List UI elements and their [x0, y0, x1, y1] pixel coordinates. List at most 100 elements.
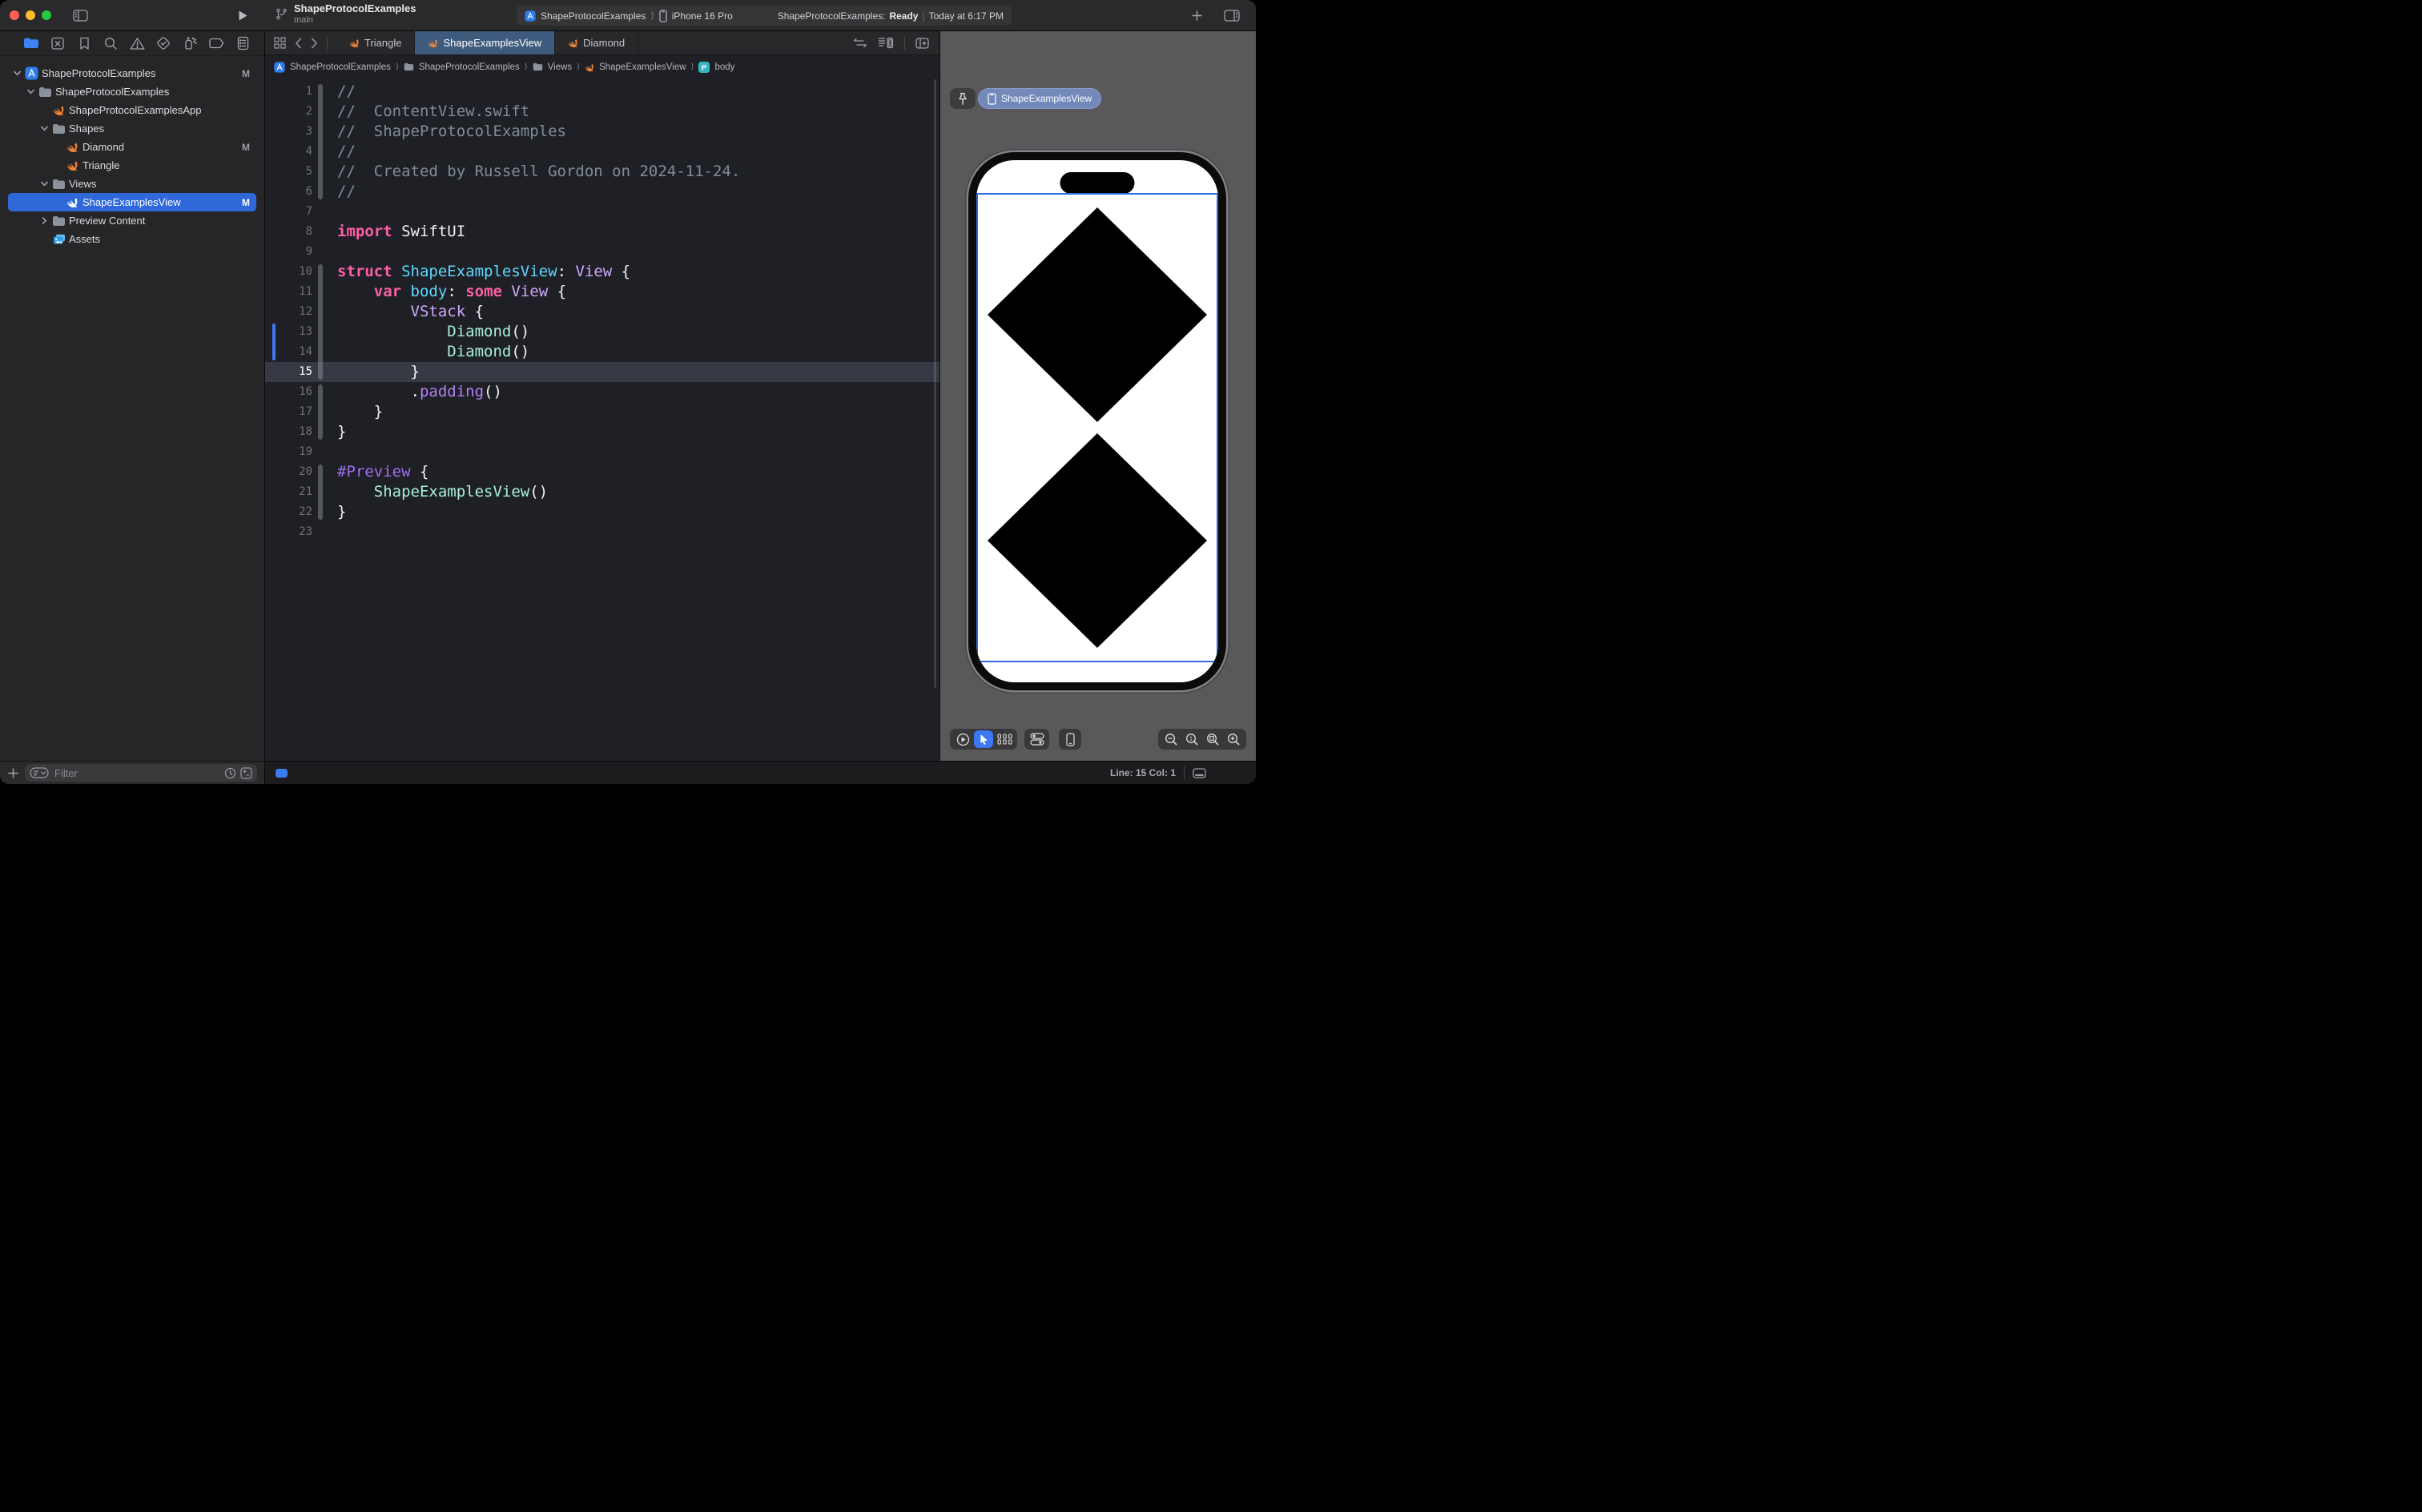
code-line-20[interactable]: 20#Preview {: [265, 462, 939, 482]
code-line-6[interactable]: 6//: [265, 182, 939, 202]
code-review-icon[interactable]: [853, 38, 867, 48]
tree-row-assets[interactable]: Assets: [8, 230, 256, 248]
editor-scrollbar[interactable]: [934, 79, 936, 688]
tree-row-shapeprotocolexamplesapp[interactable]: ShapeProtocolExamplesApp: [8, 101, 256, 119]
code-line-23[interactable]: 23: [265, 522, 939, 542]
disclosure-open-icon[interactable]: [11, 69, 23, 78]
breadcrumb-item[interactable]: Views: [548, 62, 572, 72]
zoom-100-button[interactable]: 1: [1181, 729, 1202, 750]
tab-shapeexamplesview[interactable]: ShapeExamplesView: [415, 31, 555, 54]
code-line-10[interactable]: 10struct ShapeExamplesView: View {: [265, 262, 939, 282]
code-line-15[interactable]: 15 }: [265, 362, 939, 382]
disclosure-open-icon[interactable]: [38, 124, 50, 133]
navigator-tab-project[interactable]: [23, 35, 39, 51]
filter-field[interactable]: [25, 764, 257, 782]
navigator-tab-bookmarks[interactable]: [76, 35, 92, 51]
source-editor[interactable]: 1//2// ContentView.swift3// ShapeProtoco…: [265, 79, 939, 761]
disclosure-open-icon[interactable]: [38, 179, 50, 188]
navigator-tab-reports[interactable]: [235, 35, 251, 51]
toggle-navigator-icon[interactable]: [73, 10, 88, 22]
selectable-mode-button[interactable]: [974, 730, 993, 748]
code-line-11[interactable]: 11 var body: some View {: [265, 282, 939, 302]
line-col-indicator[interactable]: Line: 15 Col: 1: [1110, 767, 1176, 778]
activity-view[interactable]: ShapeProtocolExamples ⟩ iPhone 16 Pro Sh…: [517, 6, 1012, 26]
navigator-tab-tests[interactable]: [155, 35, 171, 51]
tree-row-triangle[interactable]: Triangle: [8, 156, 256, 175]
preview-selector-pill[interactable]: ShapeExamplesView: [978, 88, 1101, 109]
code-line-18[interactable]: 18}: [265, 422, 939, 442]
add-editor-icon[interactable]: [915, 38, 929, 49]
navigator-tab-issues[interactable]: [129, 35, 145, 51]
navigator-tab-find[interactable]: [103, 35, 119, 51]
code-line-5[interactable]: 5// Created by Russell Gordon on 2024-11…: [265, 162, 939, 182]
code-line-12[interactable]: 12 VStack {: [265, 302, 939, 322]
tree-row-shapes[interactable]: Shapes: [8, 119, 256, 138]
preview-pill-label: ShapeExamplesView: [1001, 93, 1092, 104]
device-bezels-button[interactable]: [1059, 729, 1081, 750]
diamond-shape-1[interactable]: [988, 207, 1207, 422]
zoom-in-button[interactable]: [1223, 729, 1244, 750]
add-button[interactable]: [1191, 10, 1203, 22]
code-line-3[interactable]: 3// ShapeProtocolExamples: [265, 122, 939, 142]
token: ShapeExamplesView: [401, 263, 557, 280]
code-line-13[interactable]: 13 Diamond(): [265, 322, 939, 342]
code-line-1[interactable]: 1//: [265, 82, 939, 102]
close-window-button[interactable]: [10, 10, 19, 20]
device-settings-button[interactable]: [1024, 729, 1049, 750]
code-line-16[interactable]: 16 .padding(): [265, 382, 939, 402]
tab-diamond[interactable]: Diamond: [555, 31, 638, 54]
disclosure-closed-icon[interactable]: [38, 216, 50, 225]
token: struct: [337, 263, 392, 280]
tree-row-shapeprotocolexamples[interactable]: ShapeProtocolExamplesM: [8, 64, 256, 82]
code-line-2[interactable]: 2// ContentView.swift: [265, 102, 939, 122]
related-items-icon[interactable]: [274, 37, 286, 49]
code-line-21[interactable]: 21 ShapeExamplesView(): [265, 482, 939, 502]
run-button[interactable]: [238, 10, 248, 22]
scheme-name[interactable]: ShapeProtocolExamples: [541, 10, 646, 22]
zoom-window-button[interactable]: [42, 10, 51, 20]
code-line-22[interactable]: 22}: [265, 502, 939, 522]
breadcrumb-item[interactable]: ShapeExamplesView: [599, 62, 686, 72]
code-line-7[interactable]: 7: [265, 202, 939, 222]
tree-row-shapeprotocolexamples[interactable]: ShapeProtocolExamples: [8, 82, 256, 101]
code-line-4[interactable]: 4//: [265, 142, 939, 162]
breadcrumb-item[interactable]: ShapeProtocolExamples: [290, 62, 391, 72]
preview-selection-outline[interactable]: [976, 193, 1218, 662]
tree-row-shapeexamplesview[interactable]: ShapeExamplesViewM: [8, 193, 256, 211]
zoom-fit-button[interactable]: [1202, 729, 1223, 750]
minimize-window-button[interactable]: [26, 10, 35, 20]
code-line-17[interactable]: 17 }: [265, 402, 939, 422]
navigator-tab-source-control[interactable]: [50, 35, 66, 51]
disclosure-open-icon[interactable]: [25, 87, 37, 96]
code-line-19[interactable]: 19: [265, 442, 939, 462]
toggle-inspector-icon[interactable]: [1224, 10, 1240, 22]
recent-files-icon[interactable]: [224, 767, 236, 779]
breadcrumb-item[interactable]: body: [714, 62, 734, 72]
code-line-14[interactable]: 14 Diamond(): [265, 342, 939, 362]
tree-row-diamond[interactable]: DiamondM: [8, 138, 256, 156]
add-file-button[interactable]: [7, 767, 19, 779]
zoom-out-button[interactable]: [1161, 729, 1181, 750]
breadcrumb-separator: ⟩: [525, 62, 528, 71]
pin-preview-button[interactable]: [950, 88, 976, 109]
preview-screen[interactable]: [976, 160, 1218, 682]
go-forward-icon[interactable]: [311, 38, 318, 49]
editor-mode-indicator[interactable]: [276, 769, 288, 778]
filter-input[interactable]: [53, 766, 220, 780]
diamond-shape-2[interactable]: [988, 433, 1207, 648]
tree-row-preview-content[interactable]: Preview Content: [8, 211, 256, 230]
bottom-bar-toggle-icon[interactable]: [1193, 768, 1206, 778]
live-preview-button[interactable]: [952, 729, 973, 750]
breadcrumb-item[interactable]: ShapeProtocolExamples: [419, 62, 520, 72]
variants-button[interactable]: [994, 729, 1015, 750]
editor-options-icon[interactable]: [878, 37, 894, 49]
run-destination[interactable]: iPhone 16 Pro: [672, 10, 733, 22]
navigator-tab-debug[interactable]: [182, 35, 198, 51]
go-back-icon[interactable]: [295, 38, 302, 49]
source-control-status-icon[interactable]: [240, 767, 252, 779]
navigator-tab-breakpoints[interactable]: [208, 35, 224, 51]
tab-triangle[interactable]: Triangle: [336, 31, 415, 54]
code-line-9[interactable]: 9: [265, 242, 939, 262]
code-line-8[interactable]: 8import SwiftUI: [265, 222, 939, 242]
tree-row-views[interactable]: Views: [8, 175, 256, 193]
